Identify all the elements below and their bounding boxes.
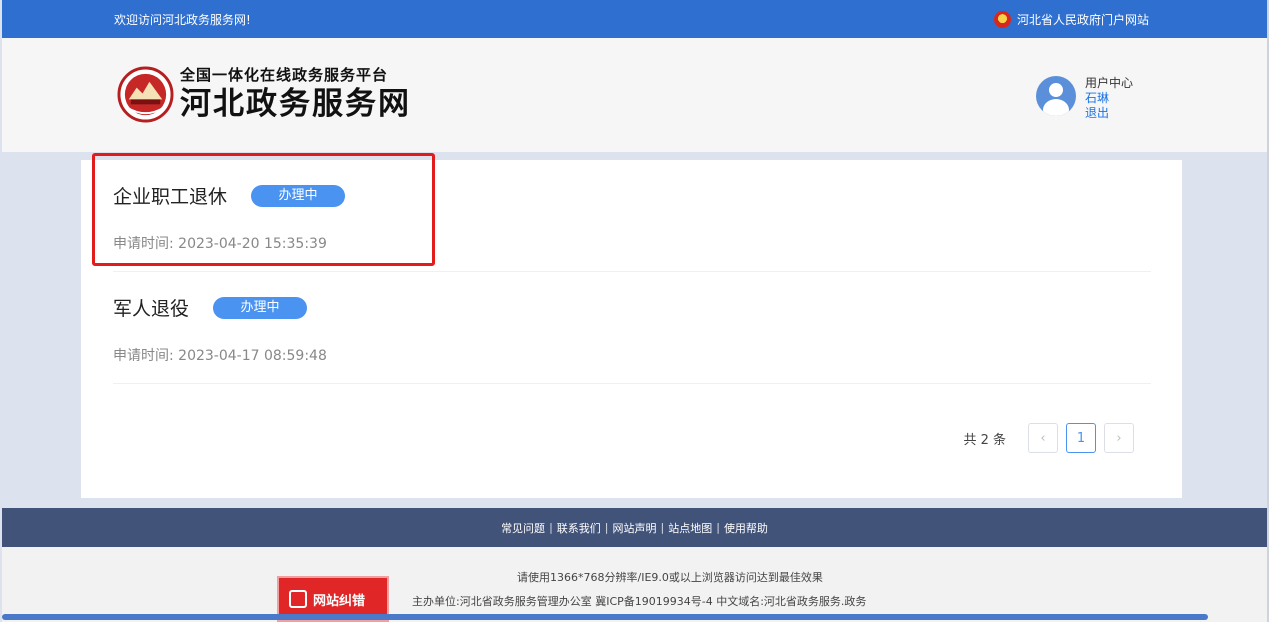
top-bar: 欢迎访问河北政务服务网! 河北省人民政府门户网站 [2,0,1267,38]
user-center-link[interactable]: 用户中心 [1085,76,1133,91]
time-label: 申请时间: [113,348,174,364]
prev-page-button[interactable]: ‹ [1028,423,1058,453]
next-page-button[interactable]: › [1104,423,1134,453]
browser-notice: 请使用1366*768分辨率/IE9.0或以上浏览器访问达到最佳效果 [517,571,823,584]
time-value: 2023-04-17 08:59:48 [178,348,327,364]
user-avatar-icon[interactable] [1036,76,1076,116]
national-emblem-icon [993,11,1011,28]
item-time: 申请时间: 2023-04-17 08:59:48 [113,345,327,365]
divider: | [716,521,720,534]
site-logo[interactable]: 全国一体化在线政务服务平台 河北政务服务网 [117,65,411,123]
list-item[interactable]: 军人退役 办理中 申请时间: 2023-04-17 08:59:48 [113,272,1151,384]
total-count: 共 2 条 [963,432,1006,448]
user-name-link[interactable]: 石琳 [1085,91,1133,106]
gov-portal-link[interactable]: 河北省人民政府门户网站 [993,11,1149,28]
footer-link-faq[interactable]: 常见问题 [501,520,545,536]
gov-portal-label: 河北省人民政府门户网站 [1016,13,1149,27]
hebei-emblem-logo [117,65,174,123]
footer-nav: 常见问题 | 联系我们 | 网站声明 | 站点地图 | 使用帮助 [2,508,1267,547]
divider: | [604,521,609,534]
user-panel: 用户中心 石琳 退出 [1036,76,1133,121]
footer-link-statement[interactable]: 网站声明 [613,520,657,536]
item-title[interactable]: 军人退役 [113,294,189,321]
status-badge: 办理中 [213,296,308,319]
organizer-info: 主办单位:河北省政务服务管理办公室 冀ICP备19019934号-4 中文域名:… [412,595,867,608]
pagination: 共 2 条 ‹ 1 › [963,423,1134,453]
site-header: 全国一体化在线政务服务平台 河北政务服务网 用户中心 石琳 退出 [2,38,1267,152]
magnifier-icon [289,590,307,608]
page-number-button[interactable]: 1 [1066,423,1096,453]
footer-link-sitemap[interactable]: 站点地图 [668,520,712,536]
divider: | [549,521,553,534]
site-title: 河北政务服务网 [180,86,411,122]
logout-link[interactable]: 退出 [1085,106,1133,121]
horizontal-scrollbar[interactable] [2,614,1208,620]
welcome-text: 欢迎访问河北政务服务网! [114,13,251,27]
footer-link-help[interactable]: 使用帮助 [724,520,768,536]
footer-link-contact[interactable]: 联系我们 [557,520,601,536]
divider: | [660,521,665,534]
platform-subtitle: 全国一体化在线政务服务平台 [180,66,389,84]
highlight-box [92,153,435,266]
report-error-label: 网站纠错 [313,593,366,609]
site-footer: 网站纠错 请使用1366*768分辨率/IE9.0或以上浏览器访问达到最佳效果 … [2,547,1267,622]
